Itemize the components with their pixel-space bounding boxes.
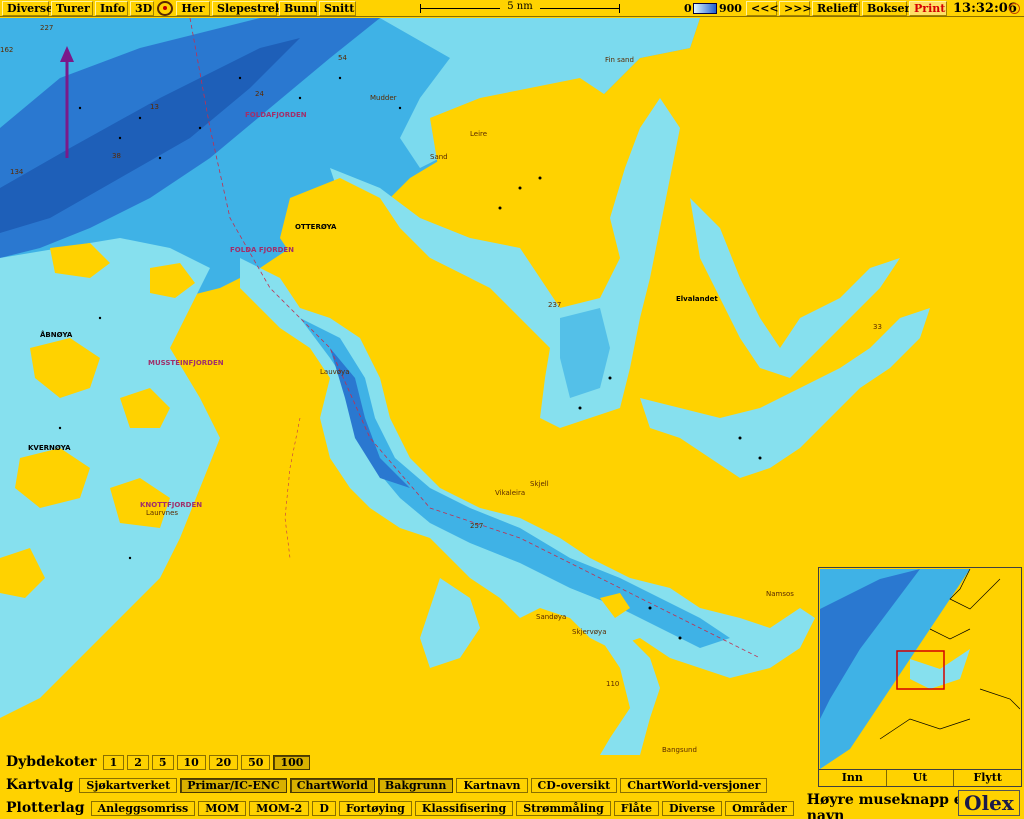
depth-contour-row: Dybdekoter 1 2 5 10 20 50 100 bbox=[0, 753, 313, 771]
contour-option[interactable]: 5 bbox=[151, 754, 174, 770]
depth-sounding: 162 bbox=[0, 46, 14, 54]
depth-sounding: 110 bbox=[606, 680, 620, 688]
overview-inset: Inn Ut Flytt bbox=[818, 567, 1022, 787]
contour-option[interactable]: 20 bbox=[208, 754, 239, 770]
layer-mom[interactable]: MOM bbox=[198, 800, 247, 816]
place-label: ÅBNØYA bbox=[40, 331, 73, 339]
depth-contour-title: Dybdekoter bbox=[6, 754, 97, 770]
chart-option-bakgrunn[interactable]: Bakgrunn bbox=[377, 777, 454, 793]
chart-option-kartnavn[interactable]: Kartnavn bbox=[456, 777, 528, 793]
previous-button[interactable]: <<< bbox=[746, 1, 779, 16]
print-button[interactable]: Print bbox=[909, 1, 947, 16]
depth-sounding: 227 bbox=[40, 24, 54, 32]
depth-sounding: 24 bbox=[255, 90, 264, 98]
3d-button[interactable]: 3D bbox=[130, 1, 154, 16]
next-button[interactable]: >>> bbox=[779, 1, 812, 16]
place-label: Lauvøya bbox=[320, 368, 350, 376]
place-label: OTTERØYA bbox=[295, 223, 337, 231]
inset-controls: Inn Ut Flytt bbox=[819, 769, 1022, 786]
depth-sounding: 13 bbox=[150, 103, 159, 111]
boxes-button[interactable]: Bokser bbox=[862, 1, 910, 16]
place-label: Sand bbox=[430, 153, 448, 161]
chart-option-chartworld[interactable]: ChartWorld bbox=[289, 777, 375, 793]
place-label: Mudder bbox=[370, 94, 397, 102]
chart-select-title: Kartvalg bbox=[6, 777, 74, 793]
place-label: FOLDAFJORDEN bbox=[245, 111, 307, 119]
place-label: KNOTTFJORDEN bbox=[140, 501, 203, 509]
layer-fortoying[interactable]: Fortøying bbox=[338, 800, 412, 816]
chart-option-sjokartverket[interactable]: Sjøkartverket bbox=[79, 777, 178, 793]
layer-strommaling[interactable]: Strømmåling bbox=[516, 800, 611, 816]
scale-tick-right bbox=[619, 4, 620, 13]
snitt-button[interactable]: Snitt bbox=[319, 1, 356, 16]
place-label: Skjell bbox=[530, 480, 549, 488]
place-label: Namsos bbox=[766, 590, 794, 598]
place-label: FOLDA FJORDEN bbox=[230, 246, 295, 254]
depth-sounding: 38 bbox=[112, 152, 121, 160]
layer-klassifisering[interactable]: Klassifisering bbox=[414, 800, 514, 816]
diverse-button[interactable]: Diverse bbox=[2, 1, 53, 16]
contour-option[interactable]: 50 bbox=[241, 754, 271, 770]
chart-select-row: Kartvalg Sjøkartverket Primar/IC-ENC Cha… bbox=[0, 776, 770, 794]
overview-map[interactable] bbox=[820, 569, 1020, 769]
zoom-in-button[interactable]: Inn bbox=[819, 770, 887, 786]
chart-option-cd-oversikt[interactable]: CD-oversikt bbox=[530, 777, 618, 793]
info-button[interactable]: Info bbox=[95, 1, 128, 16]
depth-color-scale[interactable] bbox=[693, 3, 717, 14]
plot-layers-title: Plotterlag bbox=[6, 800, 85, 816]
plot-layers-row: Plotterlag Anleggsomriss MOM MOM-2 D For… bbox=[0, 792, 1024, 819]
layer-d[interactable]: D bbox=[312, 800, 336, 816]
layer-omrader[interactable]: Områder bbox=[725, 800, 794, 816]
place-label: MUSSTEINFJORDEN bbox=[148, 359, 224, 367]
contour-option-selected[interactable]: 100 bbox=[273, 754, 311, 770]
place-label: KVERNØYA bbox=[28, 444, 71, 452]
compass-icon[interactable] bbox=[157, 1, 173, 16]
move-button[interactable]: Flytt bbox=[954, 770, 1022, 786]
place-label: Skjervøya bbox=[572, 628, 607, 636]
depth-sounding: 134 bbox=[10, 168, 24, 176]
clock: 13:32:06 bbox=[953, 1, 1017, 16]
place-label: Elvalandet bbox=[676, 295, 718, 303]
depth-sounding: 257 bbox=[470, 522, 484, 530]
relief-button[interactable]: Relieff bbox=[812, 1, 860, 16]
scale-label: 5 nm bbox=[500, 1, 540, 12]
her-button[interactable]: Her bbox=[176, 1, 210, 16]
scale-tick-left bbox=[420, 4, 421, 13]
zoom-out-button[interactable]: Ut bbox=[886, 770, 955, 786]
top-toolbar: Diverse Turer Info 3D Her Slepestrek Bun… bbox=[0, 0, 1024, 17]
scale-bar: 5 nm bbox=[420, 1, 620, 13]
place-label: Bangsund bbox=[662, 746, 697, 754]
turer-button[interactable]: Turer bbox=[51, 1, 93, 16]
contour-option[interactable]: 10 bbox=[176, 754, 206, 770]
layer-mom-2[interactable]: MOM-2 bbox=[249, 800, 310, 816]
layer-diverse[interactable]: Diverse bbox=[662, 800, 723, 816]
slepestrek-button[interactable]: Slepestrek bbox=[212, 1, 283, 16]
layer-anleggsomriss[interactable]: Anleggsomriss bbox=[90, 800, 196, 816]
place-label: Vikaleira bbox=[495, 489, 526, 497]
depth-scale-max: 900 bbox=[719, 2, 742, 15]
place-label: Leire bbox=[470, 130, 488, 138]
chart-option-primar[interactable]: Primar/IC-ENC bbox=[180, 777, 287, 793]
place-label: Laurvnes bbox=[146, 509, 179, 517]
layer-flate[interactable]: Flåte bbox=[613, 800, 659, 816]
depth-sounding: 237 bbox=[548, 301, 562, 309]
contour-option[interactable]: 2 bbox=[127, 754, 149, 770]
place-label: Fin sand bbox=[605, 56, 634, 64]
depth-sounding: 54 bbox=[338, 54, 347, 62]
olex-logo: Olex bbox=[958, 790, 1020, 816]
contour-option[interactable]: 1 bbox=[102, 754, 125, 770]
depth-sounding: 33 bbox=[873, 323, 882, 331]
chart-option-chartworld-versions[interactable]: ChartWorld-versjoner bbox=[620, 777, 768, 793]
sun-icon[interactable] bbox=[1009, 3, 1020, 14]
place-label: Sandøya bbox=[536, 613, 567, 621]
bunn-button[interactable]: Bunn bbox=[279, 1, 317, 16]
depth-scale-min: 0 bbox=[684, 2, 692, 15]
